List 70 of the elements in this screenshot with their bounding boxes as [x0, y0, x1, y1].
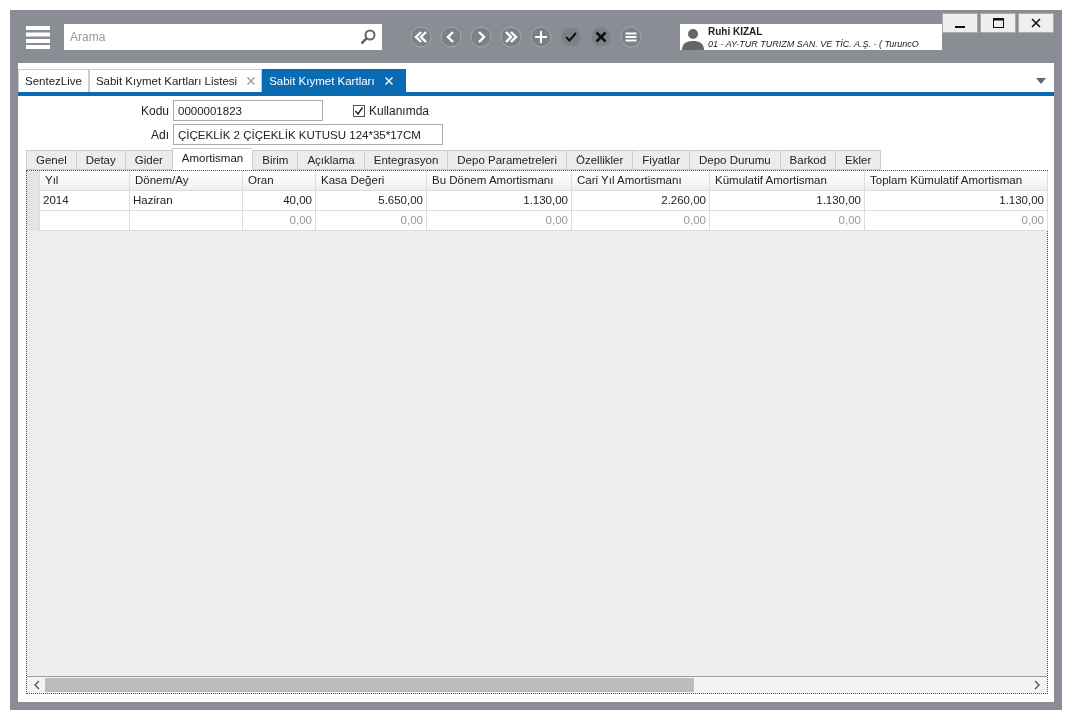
- column-header[interactable]: Dönem/Ay: [130, 171, 243, 191]
- name-label: Adı: [150, 127, 170, 142]
- column-header[interactable]: Oran: [243, 171, 316, 191]
- table-cell: 5.650,00: [316, 191, 427, 211]
- table-cell: 0,00: [710, 211, 865, 231]
- table-cell: 2.260,00: [572, 191, 710, 211]
- tab[interactable]: Açıklama: [297, 150, 364, 170]
- scroll-right-icon[interactable]: [1033, 680, 1041, 690]
- table-cell: 1.130,00: [865, 191, 1048, 211]
- table-cell: 40,00: [243, 191, 316, 211]
- document-tab[interactable]: Sabit Kıymet Kartları Listesi: [88, 69, 263, 92]
- column-header[interactable]: Kasa Değeri: [316, 171, 427, 191]
- table-cell: 1.130,00: [427, 191, 572, 211]
- user-avatar-icon: [682, 27, 704, 50]
- minimize-button[interactable]: [942, 13, 978, 33]
- maximize-button[interactable]: [980, 13, 1016, 33]
- tab[interactable]: Detay: [75, 150, 125, 170]
- checkbox-icon[interactable]: [353, 104, 365, 117]
- menu-icon[interactable]: [26, 24, 50, 49]
- tab[interactable]: Özellikler: [566, 150, 633, 170]
- table-cell: Haziran: [130, 191, 243, 211]
- tab[interactable]: Ekler: [835, 150, 882, 170]
- document-tab[interactable]: SentezLive: [18, 69, 89, 92]
- column-header[interactable]: Toplam Kümulatif Amortisman: [865, 171, 1048, 191]
- code-field[interactable]: 0000001823: [173, 100, 323, 121]
- next-icon[interactable]: [470, 25, 492, 48]
- table-cell: 0,00: [316, 211, 427, 231]
- check-icon[interactable]: [560, 25, 582, 48]
- tab[interactable]: Gider: [124, 150, 172, 170]
- horizontal-scrollbar[interactable]: [27, 676, 1047, 693]
- search-field[interactable]: Arama: [64, 23, 382, 50]
- close-icon: [1031, 18, 1041, 28]
- tab[interactable]: Entegrasyon: [363, 150, 448, 170]
- column-header[interactable]: Bu Dönem Amortismanı: [427, 171, 572, 191]
- column-header[interactable]: Yıl: [40, 171, 130, 191]
- tab[interactable]: Genel: [26, 150, 76, 170]
- first-icon[interactable]: [410, 25, 432, 48]
- column-header[interactable]: Cari Yıl Amortismanı: [572, 171, 710, 191]
- close-icon[interactable]: [590, 25, 612, 48]
- add-icon[interactable]: [530, 25, 552, 48]
- table-cell: 2014: [40, 191, 130, 211]
- document-tab[interactable]: Sabit Kıymet Kartları: [262, 69, 406, 92]
- scroll-left-icon[interactable]: [33, 680, 41, 690]
- company-name: 01 - AY-TUR TURIZM SAN. VE TİC. A.Ş. - ( TuruncO: [708, 37, 919, 50]
- table-cell: 1.130,00: [710, 191, 865, 211]
- previous-icon[interactable]: [440, 25, 462, 48]
- tab[interactable]: Depo Durumu: [689, 150, 780, 170]
- tab[interactable]: Birim: [252, 150, 298, 170]
- maximize-icon: [992, 18, 1004, 28]
- dropdown-icon[interactable]: [1036, 77, 1046, 84]
- name-field[interactable]: ÇİÇEKLİK 2 ÇİÇEKLİK KUTUSU 124*35*17CM: [173, 124, 443, 145]
- last-icon[interactable]: [500, 25, 522, 48]
- close-icon[interactable]: [247, 77, 256, 85]
- table-cell: 0,00: [572, 211, 710, 231]
- tab[interactable]: Amortisman: [171, 148, 253, 170]
- list-icon[interactable]: [620, 25, 642, 48]
- tab[interactable]: Barkod: [779, 150, 836, 170]
- tab[interactable]: Fiyatlar: [632, 150, 689, 170]
- table-cell: 0,00: [427, 211, 572, 231]
- search-icon[interactable]: [360, 28, 376, 45]
- tab[interactable]: Depo Parametreleri: [447, 150, 566, 170]
- table-cell: 0,00: [243, 211, 316, 231]
- scrollbar-thumb[interactable]: [45, 678, 695, 692]
- user-name: Ruhi KIZAL: [708, 25, 764, 38]
- column-header[interactable]: Kümulatif Amortisman: [710, 171, 865, 191]
- code-label: Kodu: [139, 103, 170, 118]
- table-cell: 0,00: [865, 211, 1048, 231]
- close-button[interactable]: [1018, 13, 1054, 33]
- minimize-icon: [955, 26, 965, 28]
- checkbox-label[interactable]: Kullanımda: [369, 103, 430, 118]
